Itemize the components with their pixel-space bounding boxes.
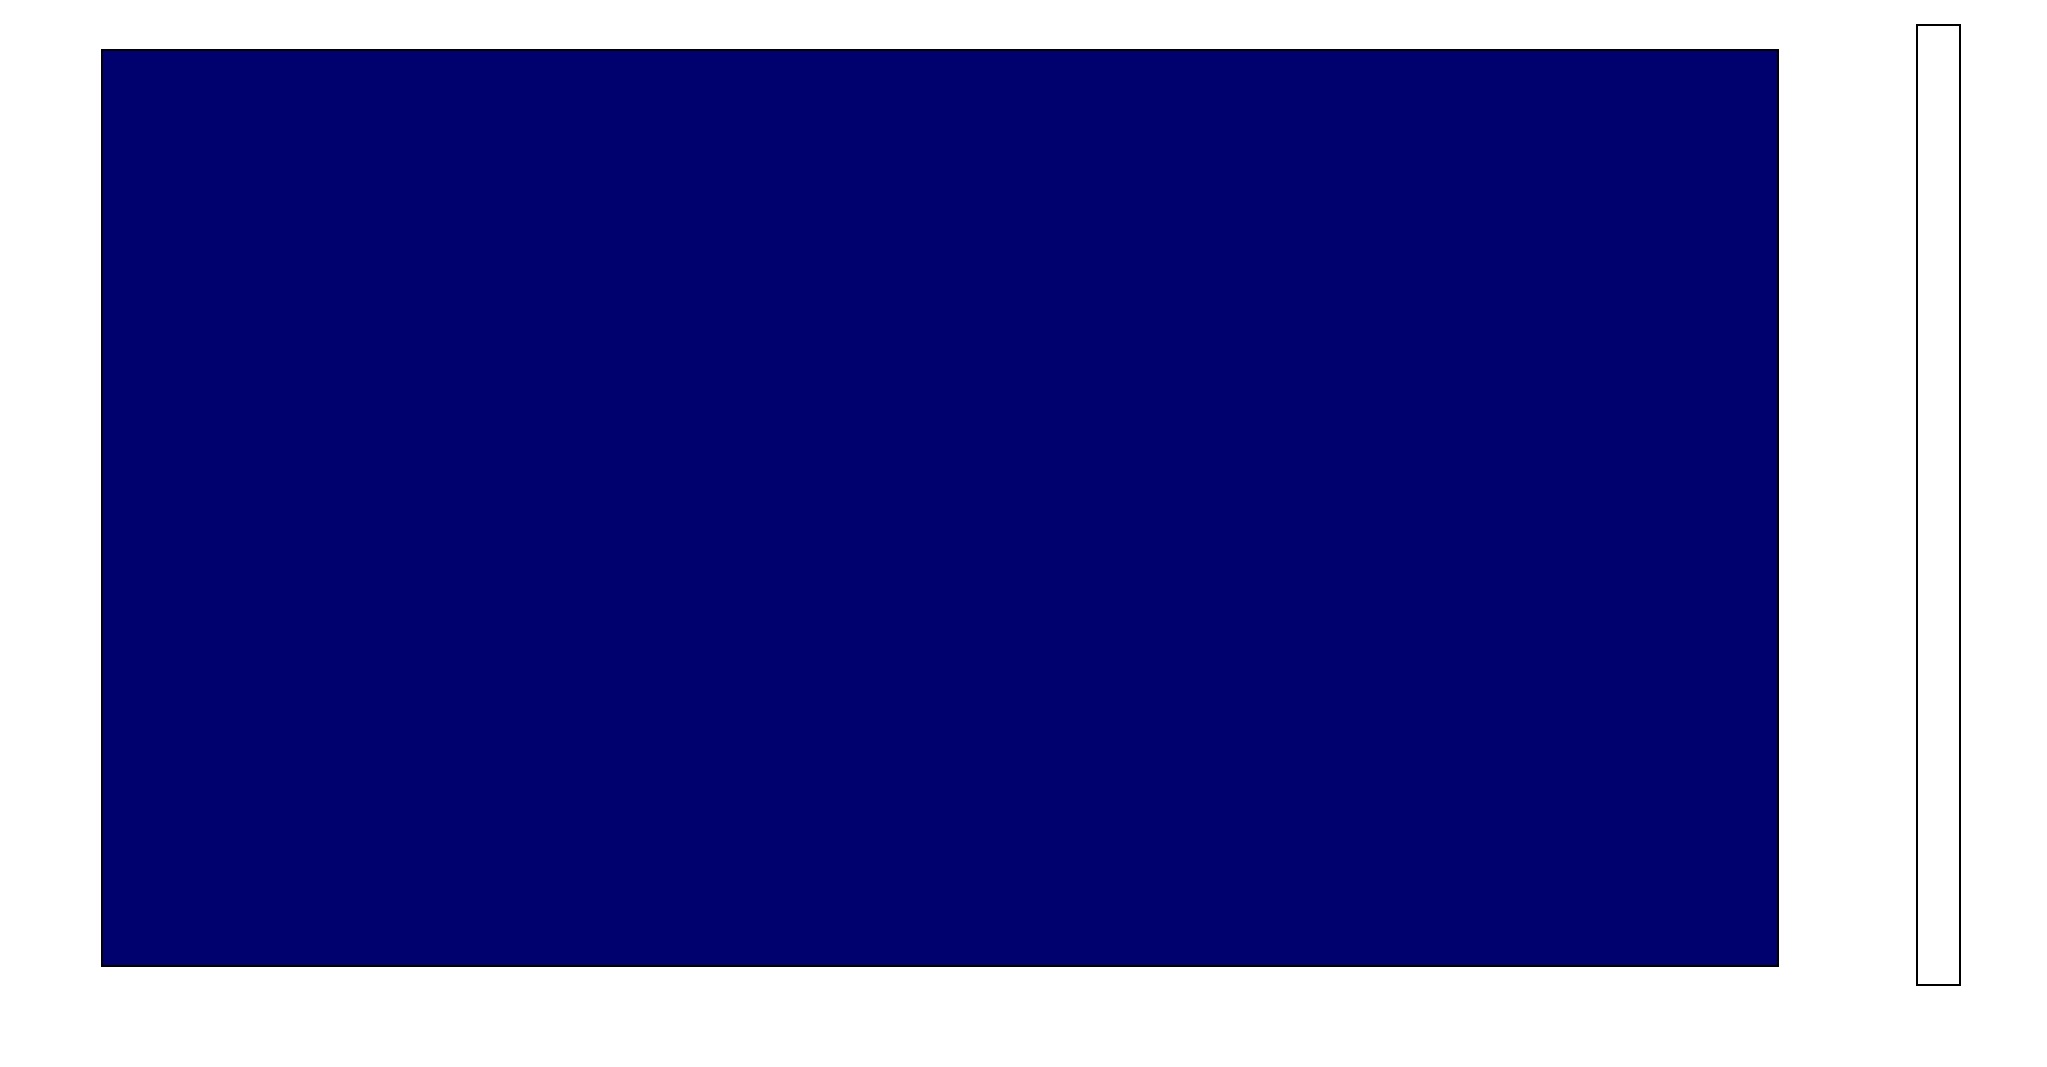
spectrogram-figure	[0, 0, 2047, 1067]
colorbar	[1917, 25, 1960, 985]
colorbar-gradient-canvas	[1917, 25, 1960, 985]
spectrogram-plot	[102, 50, 1778, 966]
spectrogram-canvas	[102, 50, 1778, 966]
